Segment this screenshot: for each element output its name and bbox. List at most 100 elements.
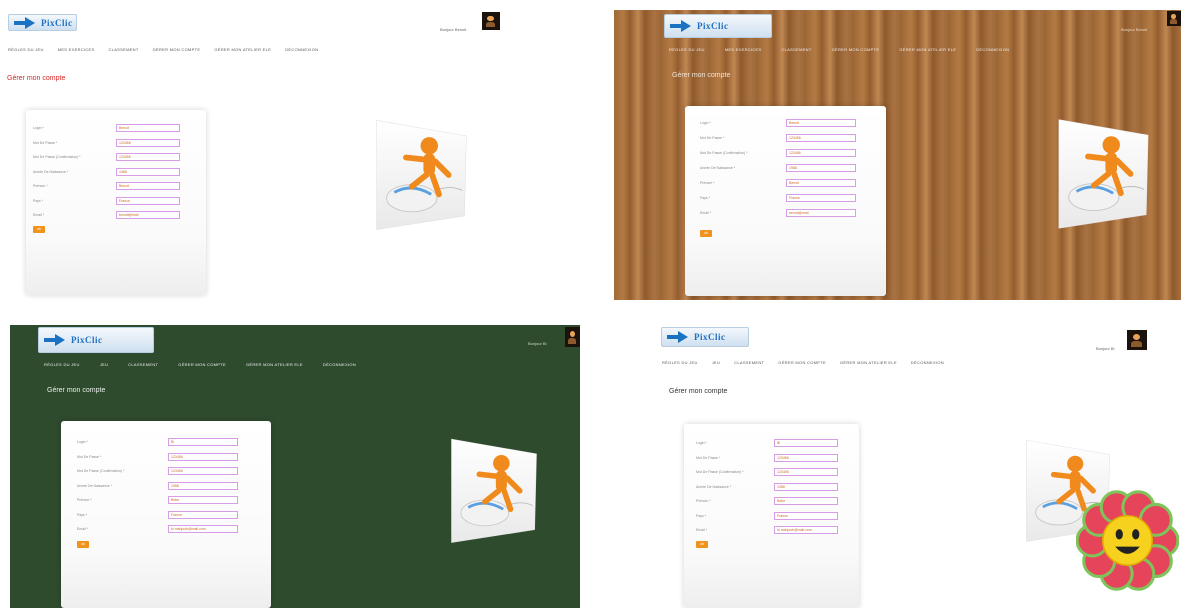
- mouse-mascot-image: [373, 112, 470, 234]
- pixclic-logo-icon[interactable]: PixClic: [664, 14, 772, 38]
- form-row-country: Pays * France: [26, 196, 206, 206]
- nav-item-account[interactable]: GÉRER MON COMPTE: [832, 47, 880, 52]
- firstname-field[interactable]: Benoit: [786, 179, 856, 187]
- nav-item-rules[interactable]: RÈGLES DU JEU: [669, 47, 705, 52]
- birth-year-field[interactable]: 1988: [786, 164, 856, 172]
- country-field[interactable]: France: [168, 510, 238, 519]
- email-field[interactable]: benoit@mail: [786, 209, 856, 217]
- login-label: Login *: [77, 440, 88, 444]
- birth-year-label: Année De Naissance *: [33, 169, 69, 174]
- nav-item-ranking[interactable]: CLASSEMENT: [108, 47, 138, 52]
- login-field[interactable]: Benoit: [116, 124, 180, 132]
- country-field[interactable]: France: [116, 196, 180, 205]
- firstname-field[interactable]: Bebe: [774, 497, 838, 505]
- nav-item-ranking[interactable]: CLASSEMENT: [734, 360, 764, 365]
- password-confirm-label: Mot De Passe (Confirmation) *: [696, 470, 744, 474]
- mouse-mascot-svg: [451, 438, 537, 543]
- login-field[interactable]: Benoit: [786, 119, 856, 127]
- email-field[interactable]: bi.mahjoub@mail.com: [774, 526, 838, 534]
- country-label: Pays *: [33, 198, 44, 203]
- login-label: Login *: [700, 121, 711, 125]
- password-field[interactable]: 123456: [774, 453, 838, 462]
- form-row-password-confirm: Mot De Passe (Confirmation) * 123456: [26, 153, 206, 162]
- password-field[interactable]: 123456: [116, 138, 180, 147]
- country-field[interactable]: France: [786, 194, 856, 202]
- pixclic-logo-icon[interactable]: PixClic: [661, 327, 749, 347]
- user-avatar-icon[interactable]: [1127, 330, 1147, 350]
- country-label: Pays *: [700, 196, 711, 200]
- nav-item-workshop[interactable]: GÉRER MON ATELIER ELE: [899, 47, 956, 52]
- logo-text: PixClic: [71, 335, 103, 345]
- login-label: Login *: [696, 441, 707, 445]
- country-field[interactable]: France: [774, 511, 838, 520]
- page-title: Gérer mon compte: [7, 75, 66, 82]
- form-row-login: Login * Bi: [61, 438, 271, 447]
- page-title: Gérer mon compte: [672, 72, 731, 79]
- welcome-text: Bonjour Bi: [1096, 346, 1115, 351]
- form-row-password-confirm: Mot De Passe (Confirmation) * 123456: [684, 468, 859, 477]
- submit-button[interactable]: ok: [696, 541, 708, 548]
- smiling-flower-image: [1075, 489, 1180, 592]
- password-confirm-field[interactable]: 123456: [786, 149, 856, 157]
- nav-item-logout[interactable]: DÉCONNEXION: [976, 47, 1009, 52]
- nav-item-ranking[interactable]: CLASSEMENT: [781, 47, 811, 52]
- firstname-label: Prénom *: [696, 499, 711, 503]
- user-avatar-icon[interactable]: [482, 12, 500, 30]
- nav-item-logout[interactable]: DÉCONNEXION: [285, 47, 318, 52]
- user-avatar-icon[interactable]: [1167, 11, 1181, 26]
- form-row-password-confirm: Mot De Passe (Confirmation) * 123456: [685, 149, 886, 158]
- form-row-birth-year: Année De Naissance * 1988: [684, 482, 859, 492]
- birth-year-field[interactable]: 1988: [168, 481, 238, 490]
- nav-item-workshop[interactable]: GÉRER MON ATELIER ELE: [214, 47, 271, 52]
- submit-button[interactable]: ok: [33, 226, 45, 233]
- nav-item-account[interactable]: GÉRER MON COMPTE: [178, 362, 226, 367]
- email-label: Email *: [696, 528, 708, 532]
- password-confirm-field[interactable]: 123456: [774, 468, 838, 476]
- email-field[interactable]: bi.mahjoub@mail.com: [168, 525, 238, 533]
- submit-button[interactable]: ok: [700, 230, 712, 237]
- nav-item-logout[interactable]: DÉCONNEXION: [323, 362, 356, 367]
- email-label: Email *: [77, 527, 89, 531]
- nav-item-logout[interactable]: DÉCONNEXION: [911, 360, 944, 365]
- birth-year-field[interactable]: 1988: [774, 482, 838, 491]
- nav-item-game[interactable]: JEU: [100, 362, 108, 367]
- form-row-country: Pays * France: [685, 194, 886, 203]
- nav-item-rules[interactable]: RÈGLES DU JEU: [44, 362, 80, 367]
- page-title: Gérer mon compte: [669, 388, 728, 395]
- firstname-field[interactable]: Benoit: [116, 182, 180, 190]
- login-field[interactable]: Bi: [168, 438, 238, 446]
- arrow-icon: [14, 16, 36, 29]
- nav-item-rules[interactable]: RÈGLES DU JEU: [8, 47, 44, 52]
- user-avatar-icon[interactable]: [565, 327, 580, 347]
- password-confirm-field[interactable]: 123456: [168, 467, 238, 475]
- nav-item-rules[interactable]: RÈGLES DU JEU: [662, 360, 698, 365]
- password-confirm-field[interactable]: 123456: [116, 153, 180, 161]
- submit-button[interactable]: ok: [77, 541, 89, 548]
- password-field[interactable]: 123456: [786, 134, 856, 142]
- nav-item-game[interactable]: JEU: [712, 360, 720, 365]
- password-label: Mot De Passe *: [696, 455, 721, 460]
- nav-item-exercises[interactable]: MES EXERCICES: [58, 47, 95, 52]
- nav-item-exercises[interactable]: MES EXERCICES: [725, 47, 762, 52]
- nav-item-workshop[interactable]: GÉRER MON ATELIER ELE: [840, 360, 897, 365]
- nav-item-account[interactable]: GÉRER MON COMPTE: [778, 360, 826, 365]
- form-row-email: Email * bi.mahjoub@mail.com: [61, 525, 271, 534]
- nav-item-account[interactable]: GÉRER MON COMPTE: [153, 47, 201, 52]
- firstname-field[interactable]: Bebe: [168, 496, 238, 504]
- welcome-text: Bonjour Benoit: [440, 27, 467, 32]
- nav-item-workshop[interactable]: GÉRER MON ATELIER ELE: [246, 362, 303, 367]
- account-form: Login * Benoit Mot De Passe * 123456 Mot De …: [26, 110, 206, 295]
- login-field[interactable]: Bi: [774, 439, 838, 447]
- form-row-email: Email * benoit@mail: [26, 211, 206, 220]
- nav-item-ranking[interactable]: CLASSEMENT: [128, 362, 158, 367]
- pixclic-logo-icon[interactable]: PixClic: [38, 327, 154, 353]
- birth-year-field[interactable]: 1988: [116, 167, 180, 176]
- account-form: Login * Benoit Mot De Passe * 123456 Mot De …: [685, 106, 886, 296]
- country-label: Pays *: [696, 513, 707, 518]
- pixclic-logo-icon[interactable]: PixClic: [8, 14, 77, 31]
- form-row-password: Mot De Passe * 123456: [685, 134, 886, 143]
- email-field[interactable]: benoit@mail: [116, 211, 180, 219]
- password-field[interactable]: 123456: [168, 452, 238, 461]
- form-row-country: Pays * France: [684, 511, 859, 521]
- login-label: Login *: [33, 126, 44, 130]
